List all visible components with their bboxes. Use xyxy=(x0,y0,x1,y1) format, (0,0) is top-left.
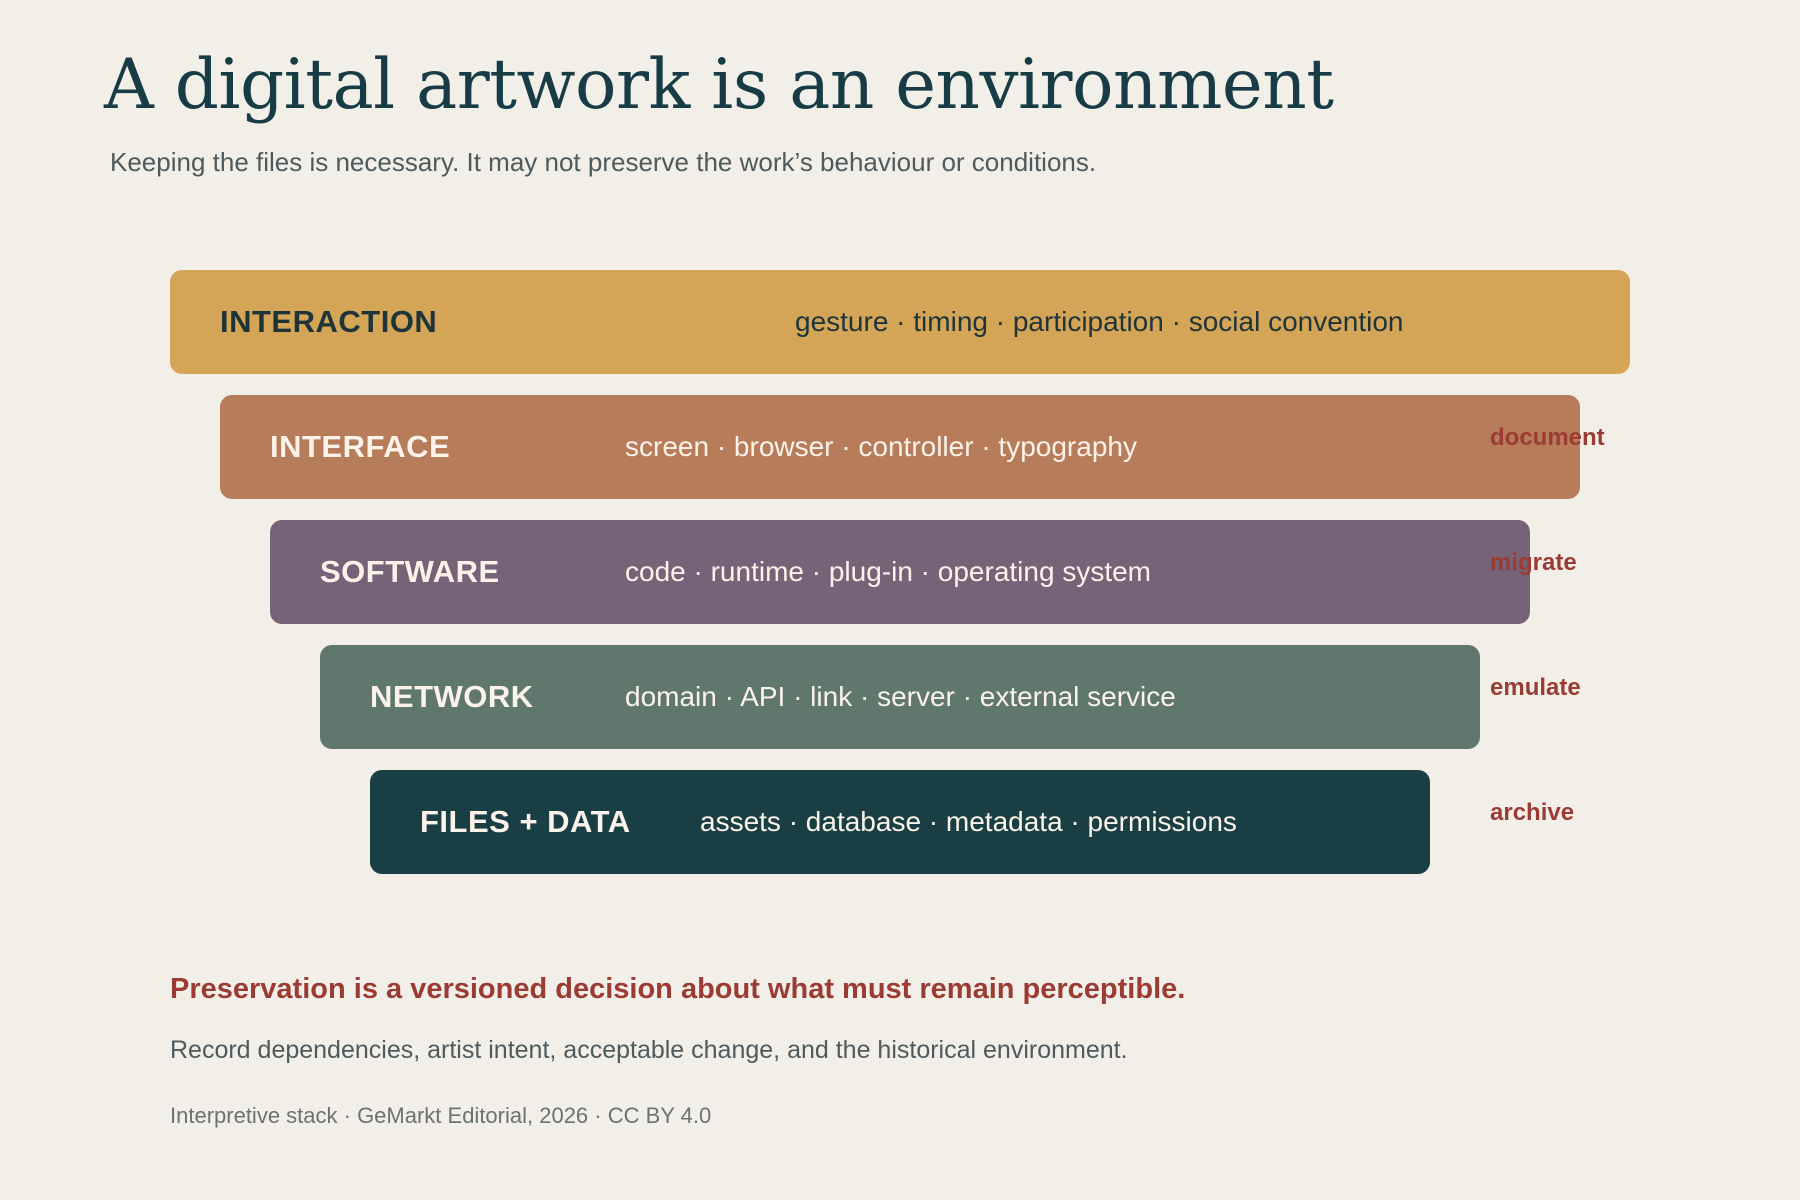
layer-items: domain · API · link · server · external … xyxy=(625,681,1176,712)
layer-items: code · runtime · plug-in · operating sys… xyxy=(625,556,1151,587)
layer-interaction: INTERACTION gesture · timing · participa… xyxy=(170,270,1630,374)
credit-line: Interpretive stack · GeMarkt Editorial, … xyxy=(170,1103,712,1128)
layer-name: FILES + DATA xyxy=(420,804,631,839)
strategy-label-document: document xyxy=(1490,424,1605,451)
layer-name: SOFTWARE xyxy=(320,554,500,589)
layer-items: gesture · timing · participation · socia… xyxy=(795,306,1404,337)
layer-name: INTERACTION xyxy=(220,304,438,339)
page-subtitle: Keeping the files is necessary. It may n… xyxy=(110,147,1097,177)
layer-software: SOFTWARE code · runtime · plug-in · oper… xyxy=(270,520,1530,624)
layer-name: NETWORK xyxy=(370,679,534,714)
layer-interface: INTERFACE screen · browser · controller … xyxy=(220,395,1580,499)
layer-items: screen · browser · controller · typograp… xyxy=(625,431,1137,462)
note-text: Record dependencies, artist intent, acce… xyxy=(170,1036,1128,1064)
strategy-label-archive: archive xyxy=(1490,799,1575,826)
strategy-label-emulate: emulate xyxy=(1490,674,1581,701)
layer-name: INTERFACE xyxy=(270,429,451,464)
layer-files-data: FILES + DATA assets · database · metadat… xyxy=(370,770,1430,874)
layer-items: assets · database · metadata · permissio… xyxy=(700,806,1237,837)
layer-network: NETWORK domain · API · link · server · e… xyxy=(320,645,1480,749)
strategy-label-migrate: migrate xyxy=(1490,549,1577,576)
page-title: A digital artwork is an environment xyxy=(104,45,1334,125)
conclusion-statement: Preservation is a versioned decision abo… xyxy=(170,973,1186,1005)
